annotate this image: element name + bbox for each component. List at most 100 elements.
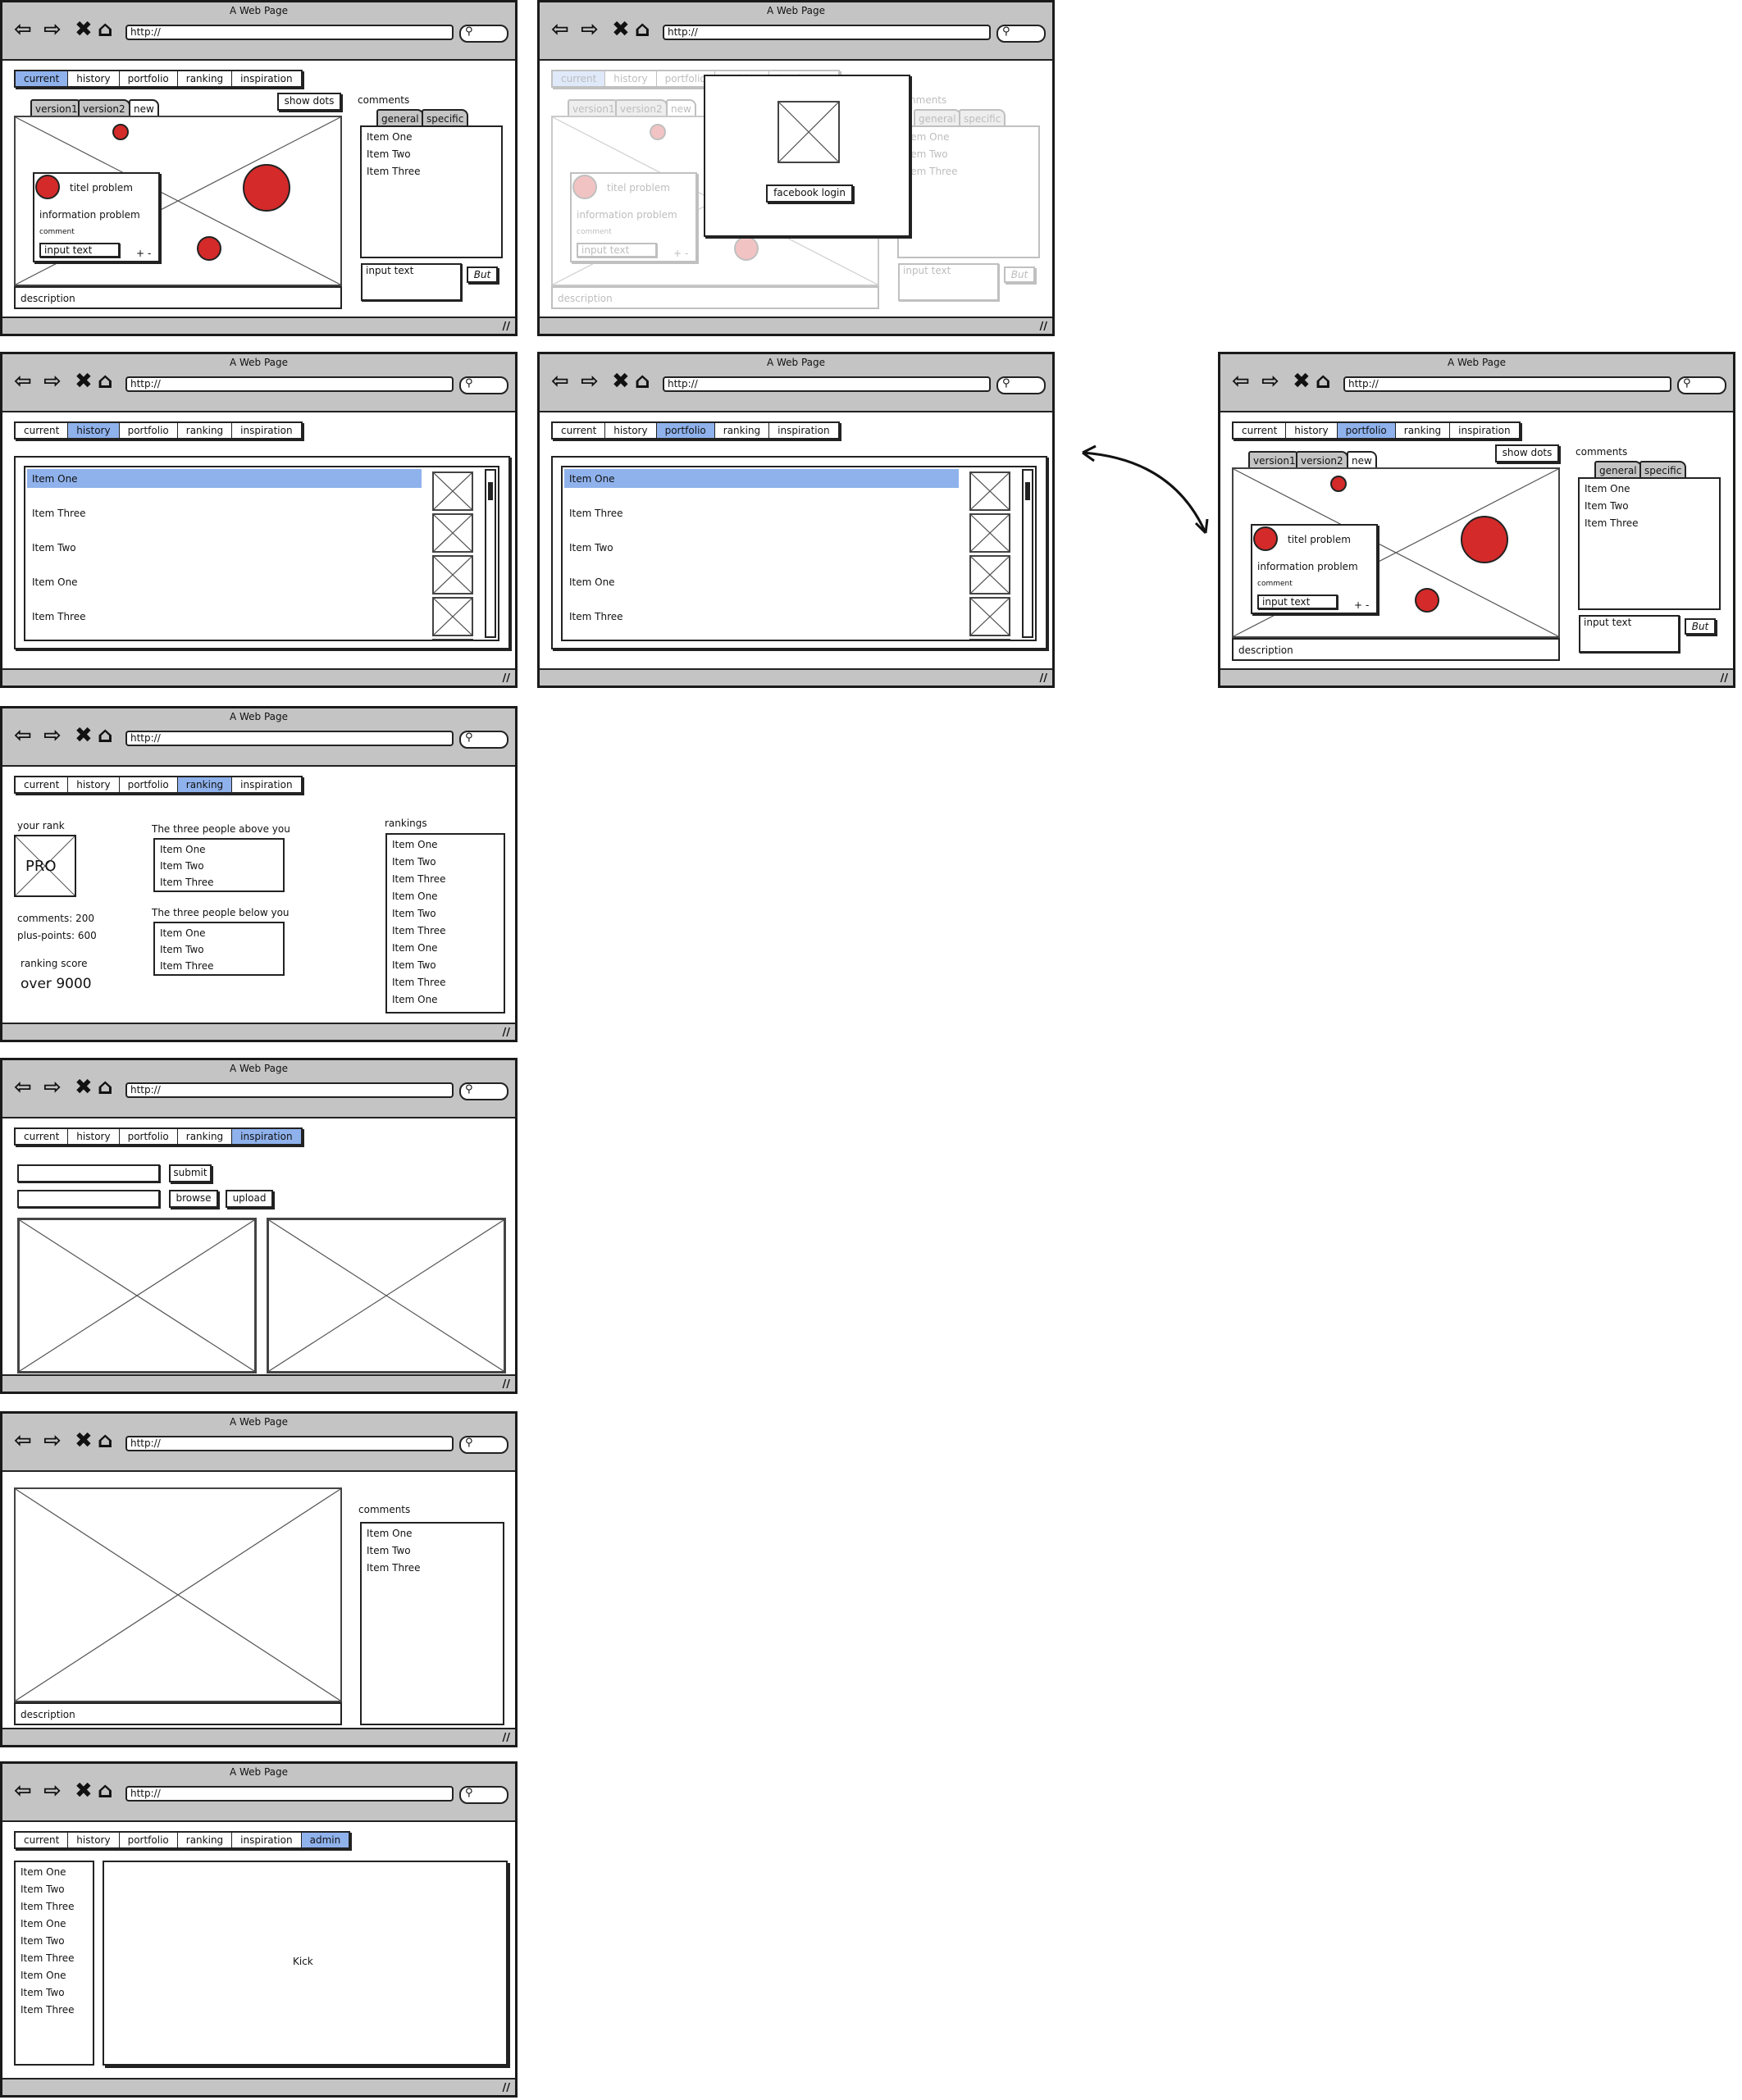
resize-grip-icon[interactable]: //: [503, 2082, 511, 2094]
tab-general[interactable]: general: [376, 109, 424, 125]
resize-grip-icon[interactable]: //: [1040, 321, 1048, 333]
annotation-dot[interactable]: [1461, 516, 1508, 563]
tab-ranking[interactable]: ranking: [178, 71, 233, 86]
url-field[interactable]: http://: [125, 731, 454, 746]
list-item[interactable]: Item One: [16, 1864, 93, 1881]
forward-arrow-icon[interactable]: ⇨: [43, 725, 62, 746]
list-item[interactable]: Item Two: [16, 1933, 93, 1950]
forward-arrow-icon[interactable]: ⇨: [581, 371, 599, 392]
minus-button[interactable]: -: [685, 248, 688, 259]
search-box[interactable]: ⚲: [459, 25, 508, 43]
tab-history[interactable]: history: [68, 1833, 120, 1847]
back-arrow-icon[interactable]: ⇦: [1232, 371, 1250, 392]
list-item[interactable]: Item Three: [16, 1950, 93, 1967]
plus-button[interactable]: +: [1354, 599, 1362, 611]
annotation-dot[interactable]: [734, 236, 759, 261]
file-path-input[interactable]: [17, 1190, 160, 1208]
thumbnail-placeholder[interactable]: [969, 471, 1010, 511]
forward-arrow-icon[interactable]: ⇨: [581, 19, 599, 40]
tab-history[interactable]: history: [68, 71, 120, 86]
list-item[interactable]: Item One: [387, 991, 504, 1009]
url-field[interactable]: http://: [125, 1436, 454, 1451]
upload-button[interactable]: upload: [226, 1190, 273, 1208]
scrollbar[interactable]: [485, 469, 496, 638]
tab-history[interactable]: history: [68, 777, 120, 792]
tab-inspiration[interactable]: inspiration: [232, 777, 300, 792]
table-row[interactable]: Item One: [564, 572, 959, 591]
comment-input[interactable]: input text: [898, 263, 999, 301]
url-field[interactable]: http://: [663, 25, 991, 40]
forward-arrow-icon[interactable]: ⇨: [43, 19, 62, 40]
back-arrow-icon[interactable]: ⇦: [14, 1077, 32, 1098]
popup-comment-input[interactable]: input text: [577, 243, 657, 257]
resize-grip-icon[interactable]: //: [1040, 672, 1048, 685]
tab-version1[interactable]: version1: [568, 99, 620, 116]
list-item[interactable]: Item Two: [16, 1881, 93, 1898]
tab-admin[interactable]: admin: [301, 1833, 349, 1847]
show-dots-button[interactable]: show dots: [1495, 444, 1559, 462]
table-row[interactable]: Item Three: [564, 607, 959, 626]
tab-current[interactable]: current: [553, 423, 606, 438]
search-box[interactable]: ⚲: [459, 731, 508, 749]
stop-x-icon[interactable]: ✖: [75, 1780, 93, 1802]
tab-current[interactable]: current: [16, 71, 69, 86]
table-row[interactable]: Item Three: [27, 607, 422, 626]
annotation-dot[interactable]: [650, 124, 666, 140]
stop-x-icon[interactable]: ✖: [75, 725, 93, 746]
forward-arrow-icon[interactable]: ⇨: [43, 1430, 62, 1451]
tab-portfolio[interactable]: portfolio: [120, 71, 178, 86]
list-item[interactable]: Item Three: [16, 1898, 93, 1916]
list-item[interactable]: Item Two: [16, 1984, 93, 2002]
list-item[interactable]: Item One: [16, 1967, 93, 1984]
tab-inspiration[interactable]: inspiration: [232, 71, 300, 86]
search-box[interactable]: ⚲: [459, 1436, 508, 1454]
scrollbar[interactable]: [1022, 469, 1033, 638]
stop-x-icon[interactable]: ✖: [612, 19, 630, 40]
annotation-dot[interactable]: [243, 164, 290, 212]
tab-inspiration[interactable]: inspiration: [232, 423, 300, 438]
tab-inspiration[interactable]: inspiration: [232, 1833, 302, 1847]
kick-label[interactable]: Kick: [293, 1956, 313, 1967]
home-icon[interactable]: ⌂: [635, 371, 650, 392]
list-item[interactable]: Item Two: [155, 941, 283, 958]
list-item[interactable]: Item One: [387, 888, 504, 905]
tab-ranking[interactable]: ranking: [177, 777, 233, 792]
list-item[interactable]: Item One: [362, 129, 501, 146]
tab-version1[interactable]: version1: [1248, 451, 1301, 467]
url-field[interactable]: http://: [663, 376, 991, 392]
tab-general[interactable]: general: [1594, 461, 1642, 477]
table-row[interactable]: Item Two: [564, 538, 959, 557]
thumbnail-placeholder[interactable]: [432, 513, 473, 553]
tab-general[interactable]: general: [914, 109, 961, 125]
list-item[interactable]: Item Two: [387, 854, 504, 871]
thumbnail-placeholder[interactable]: [969, 513, 1010, 553]
back-arrow-icon[interactable]: ⇦: [14, 725, 32, 746]
home-icon[interactable]: ⌂: [1316, 371, 1331, 392]
tab-current[interactable]: current: [16, 777, 69, 792]
inspiration-image[interactable]: [17, 1218, 257, 1373]
list-item[interactable]: Item One: [387, 940, 504, 957]
search-box[interactable]: ⚲: [996, 376, 1046, 394]
home-icon[interactable]: ⌂: [98, 371, 113, 392]
tab-history[interactable]: history: [605, 71, 657, 86]
tab-new[interactable]: new: [129, 99, 159, 116]
annotation-dot[interactable]: [1415, 588, 1439, 613]
tab-portfolio[interactable]: portfolio: [1337, 423, 1396, 438]
tab-version2[interactable]: version2: [78, 99, 130, 116]
back-arrow-icon[interactable]: ⇦: [14, 371, 32, 392]
url-field[interactable]: http://: [125, 25, 454, 40]
resize-grip-icon[interactable]: //: [1721, 672, 1729, 685]
resize-grip-icon[interactable]: //: [503, 672, 511, 685]
list-item[interactable]: Item Two: [155, 858, 283, 874]
resize-grip-icon[interactable]: //: [503, 1027, 511, 1039]
url-field[interactable]: http://: [125, 376, 454, 392]
url-field[interactable]: http://: [125, 1082, 454, 1098]
minus-button[interactable]: -: [148, 248, 151, 259]
search-box[interactable]: ⚲: [459, 1786, 508, 1804]
back-arrow-icon[interactable]: ⇦: [14, 19, 32, 40]
table-row[interactable]: Item Three: [27, 503, 422, 522]
plus-button[interactable]: +: [673, 248, 682, 259]
thumbnail-placeholder[interactable]: [969, 639, 1010, 640]
thumbnail-placeholder[interactable]: [969, 555, 1010, 594]
thumbnail-placeholder[interactable]: [432, 639, 473, 640]
